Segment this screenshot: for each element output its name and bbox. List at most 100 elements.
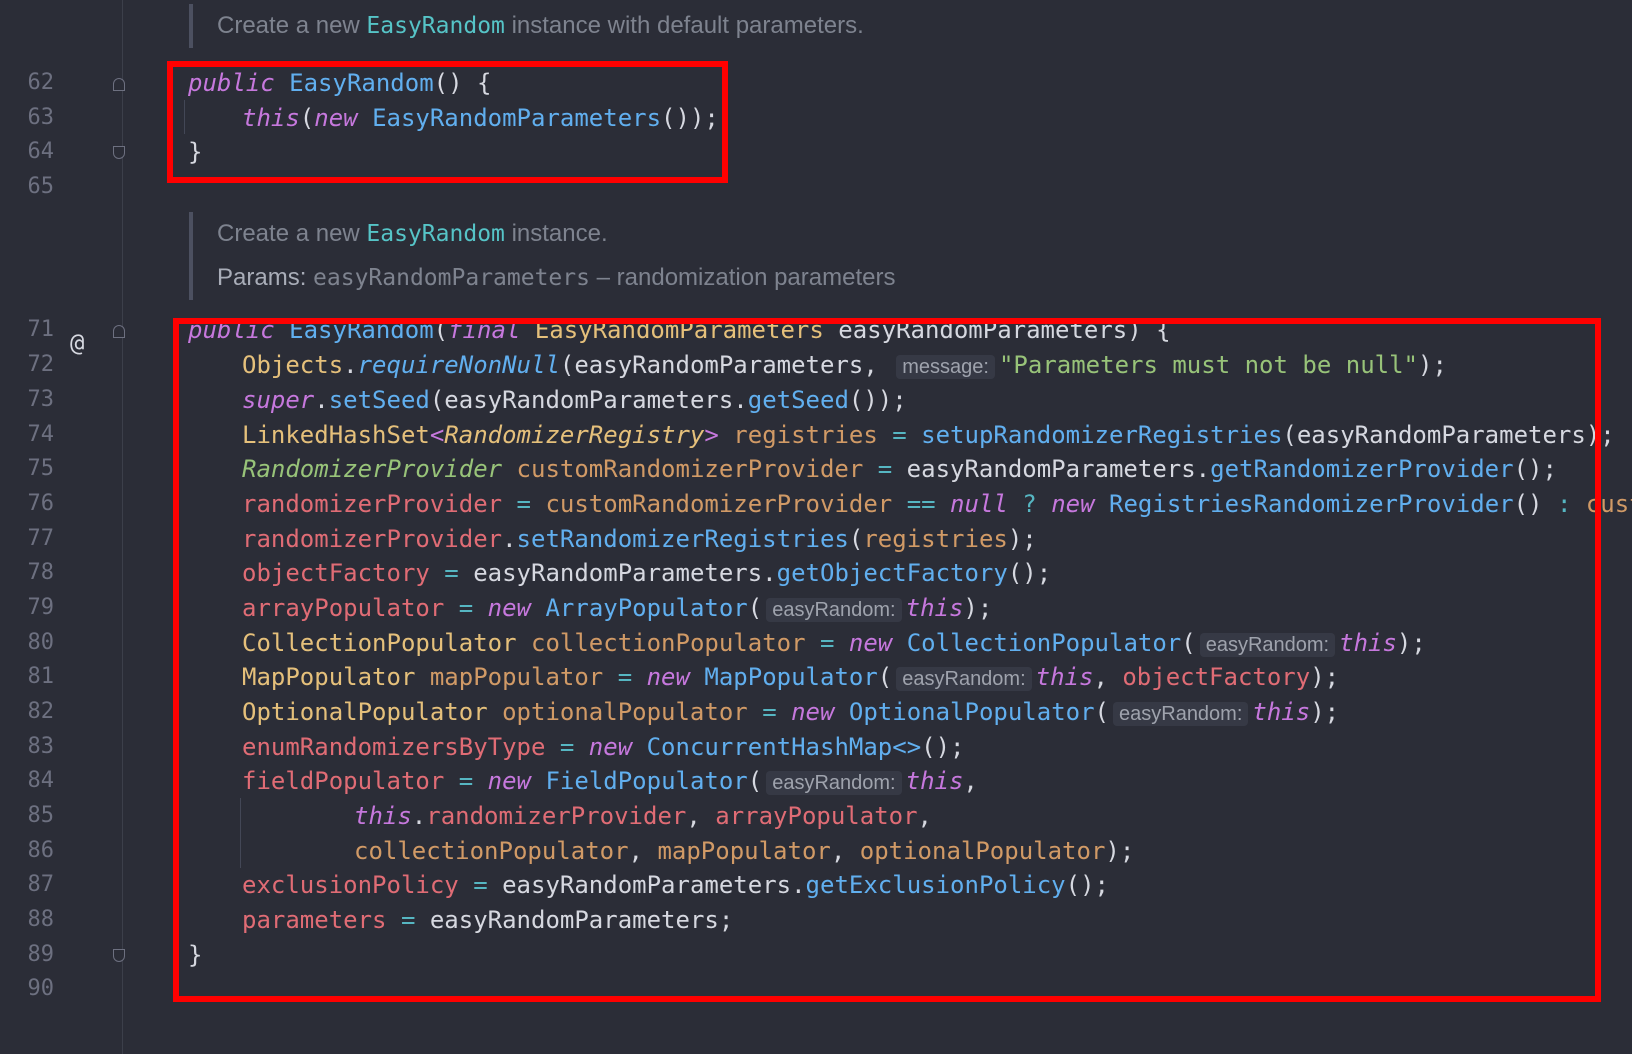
code-line-64[interactable]: } xyxy=(188,134,202,170)
class-reference[interactable]: RegistriesRandomizerProvider xyxy=(1109,490,1514,518)
code-editor[interactable]: Create a new EasyRandom instance with de… xyxy=(0,0,1632,1054)
type-reference[interactable]: EasyRandomParameters xyxy=(535,316,824,344)
punctuation: . xyxy=(343,351,358,379)
class-reference[interactable]: EasyRandomParameters xyxy=(372,104,661,132)
fold-end-icon[interactable] xyxy=(113,146,125,159)
punctuation: () { xyxy=(433,69,492,97)
line-number[interactable]: 71 xyxy=(20,312,55,348)
operator: = xyxy=(877,455,893,483)
line-number[interactable]: 77 xyxy=(20,521,55,557)
line-number[interactable]: 86 xyxy=(20,833,55,869)
field: objectFactory xyxy=(1122,663,1311,691)
code-line-62[interactable]: public EasyRandom() { xyxy=(188,65,491,101)
code-line-71[interactable]: public EasyRandom(final EasyRandomParame… xyxy=(188,312,1171,348)
type-reference[interactable]: RandomizerRegistry xyxy=(444,421,704,449)
line-number[interactable]: 90 xyxy=(20,971,55,1007)
line-number[interactable]: 75 xyxy=(20,451,55,487)
class-reference[interactable]: ArrayPopulator xyxy=(545,594,747,622)
constructor-name[interactable]: EasyRandom xyxy=(289,316,434,344)
expression: easyRandomParameters. xyxy=(458,559,777,587)
method-call[interactable]: setRandomizerRegistries xyxy=(517,525,849,553)
code-line-86[interactable]: collectionPopulator, mapPopulator, optio… xyxy=(354,833,1134,869)
method-call[interactable]: requireNonNull xyxy=(358,351,560,379)
line-number[interactable]: 63 xyxy=(20,100,55,136)
class-reference[interactable]: FieldPopulator xyxy=(545,767,747,795)
doc-code-link[interactable]: EasyRandom xyxy=(366,221,504,247)
type-reference[interactable]: CollectionPopulator xyxy=(242,629,517,657)
code-line-72[interactable]: Objects.requireNonNull(easyRandomParamet… xyxy=(242,347,1447,383)
line-number[interactable]: 87 xyxy=(20,867,55,903)
doc-code-link[interactable]: EasyRandom xyxy=(366,13,504,39)
class-reference[interactable]: OptionalPopulator xyxy=(849,698,1095,726)
code-line-89[interactable]: } xyxy=(188,937,202,973)
code-line-63[interactable]: this(new EasyRandomParameters()); xyxy=(242,100,719,136)
code-line-77[interactable]: randomizerProvider.setRandomizerRegistri… xyxy=(242,521,1037,557)
code-line-81[interactable]: MapPopulator mapPopulator = new MapPopul… xyxy=(242,659,1339,695)
method-call[interactable]: setupRandomizerRegistries xyxy=(921,421,1282,449)
keyword: public xyxy=(188,69,275,97)
class-reference[interactable]: CollectionPopulator xyxy=(907,629,1182,657)
line-number[interactable]: 80 xyxy=(20,625,55,661)
method-call[interactable]: getSeed xyxy=(748,386,849,414)
line-number[interactable]: 83 xyxy=(20,729,55,765)
class-reference[interactable]: MapPopulator xyxy=(704,663,877,691)
fold-toggle-icon[interactable] xyxy=(113,325,125,338)
line-number[interactable]: 62 xyxy=(20,65,55,101)
method-call[interactable]: getObjectFactory xyxy=(777,559,1008,587)
type-reference[interactable]: OptionalPopulator xyxy=(242,698,488,726)
code-line-82[interactable]: OptionalPopulator optionalPopulator = ne… xyxy=(242,694,1339,730)
field: exclusionPolicy xyxy=(242,871,459,899)
type-reference[interactable]: LinkedHashSet xyxy=(242,421,430,449)
line-number[interactable]: 79 xyxy=(20,590,55,626)
code-line-84[interactable]: fieldPopulator = new FieldPopulator(easy… xyxy=(242,763,978,799)
class-reference[interactable]: ConcurrentHashMap<> xyxy=(647,733,922,761)
line-number[interactable]: 82 xyxy=(20,694,55,730)
punctuation: ( xyxy=(848,525,864,553)
line-number[interactable]: 73 xyxy=(20,382,55,418)
override-annotation-icon[interactable]: @ xyxy=(70,327,84,359)
type-reference[interactable]: RandomizerProvider xyxy=(242,455,502,483)
punctuation: . xyxy=(314,386,329,414)
line-number[interactable]: 74 xyxy=(20,417,55,453)
method-call[interactable]: getExclusionPolicy xyxy=(806,871,1066,899)
code-line-73[interactable]: super.setSeed(easyRandomParameters.getSe… xyxy=(242,382,907,418)
line-number[interactable]: 85 xyxy=(20,798,55,834)
code-line-80[interactable]: CollectionPopulator collectionPopulator … xyxy=(242,625,1426,661)
code-line-79[interactable]: arrayPopulator = new ArrayPopulator(easy… xyxy=(242,590,992,626)
code-line-85[interactable]: this.randomizerProvider, arrayPopulator, xyxy=(354,798,932,834)
code-line-78[interactable]: objectFactory = easyRandomParameters.get… xyxy=(242,555,1051,591)
code-line-76[interactable]: randomizerProvider = customRandomizerPro… xyxy=(242,486,1632,522)
line-number[interactable]: 89 xyxy=(20,937,55,973)
type-reference[interactable]: MapPopulator xyxy=(242,663,415,691)
line-number[interactable]: 88 xyxy=(20,902,55,938)
line-number[interactable]: 65 xyxy=(20,169,55,205)
line-number[interactable]: 78 xyxy=(20,555,55,591)
expression: easyRandomParameters. xyxy=(892,455,1211,483)
fold-toggle-icon[interactable] xyxy=(113,78,125,91)
fold-end-icon[interactable] xyxy=(113,949,125,962)
code-line-75[interactable]: RandomizerProvider customRandomizerProvi… xyxy=(242,451,1557,487)
code-line-74[interactable]: LinkedHashSet<RandomizerRegistry> regist… xyxy=(242,417,1615,453)
doc-text: Create a new xyxy=(217,220,367,247)
code-line-88[interactable]: parameters = easyRandomParameters; xyxy=(242,902,733,938)
code-line-87[interactable]: exclusionPolicy = easyRandomParameters.g… xyxy=(242,867,1109,903)
line-number[interactable]: 76 xyxy=(20,486,55,522)
code-line-83[interactable]: enumRandomizersByType = new ConcurrentHa… xyxy=(242,729,965,765)
method-call[interactable]: setSeed xyxy=(329,386,430,414)
line-number[interactable]: 72 xyxy=(20,347,55,383)
type-reference[interactable]: Objects xyxy=(242,351,343,379)
constructor-name[interactable]: EasyRandom xyxy=(289,69,434,97)
line-number[interactable]: 64 xyxy=(20,134,55,170)
indent-guide xyxy=(184,100,185,134)
punctuation: ( xyxy=(299,104,315,132)
method-call[interactable]: getRandomizerProvider xyxy=(1210,455,1513,483)
line-number[interactable]: 81 xyxy=(20,659,55,695)
line-number[interactable]: 84 xyxy=(20,763,55,799)
